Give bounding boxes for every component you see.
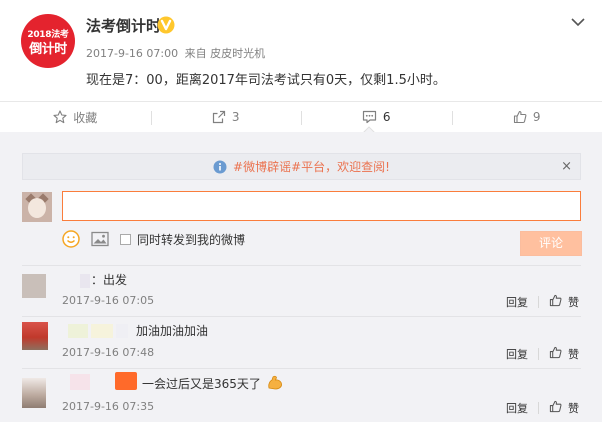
action-divider: [538, 402, 539, 414]
repost-checkbox[interactable]: [120, 234, 131, 245]
commenter-avatar[interactable]: [22, 274, 46, 298]
comment-timestamp: 2017-9-16 07:05: [62, 294, 155, 307]
current-user-avatar: [22, 192, 52, 222]
info-icon: [213, 160, 227, 173]
commenter-avatar[interactable]: [22, 378, 46, 408]
comment-divider: [22, 368, 581, 369]
star-icon: [53, 110, 67, 124]
comment-text: 加油加油加油: [136, 324, 209, 338]
comment-text-content: 一会过后又是365天了: [142, 377, 261, 391]
thumbs-up-icon: [513, 110, 527, 124]
repost-button[interactable]: 3: [150, 102, 302, 132]
reply-button[interactable]: 回复: [506, 400, 528, 416]
author-name[interactable]: 法考倒计时: [86, 15, 161, 36]
commenter-name-redacted[interactable]: [116, 324, 128, 338]
close-notice-button[interactable]: ×: [561, 159, 572, 174]
commenter-name-redacted[interactable]: [80, 274, 90, 288]
reply-button[interactable]: 回复: [506, 294, 528, 310]
commenter-name-redacted[interactable]: [68, 324, 88, 338]
repost-count: 3: [231, 110, 240, 124]
avatar-brand-text: 倒计时: [29, 42, 67, 57]
commenter-name-redacted[interactable]: [70, 374, 90, 390]
comment-timestamp: 2017-9-16 07:48: [62, 346, 155, 359]
favorite-button[interactable]: 收藏: [0, 102, 151, 132]
source-prefix: 来自: [184, 47, 207, 60]
commenter-avatar[interactable]: [22, 322, 48, 350]
like-comment-button[interactable]: 赞: [568, 294, 579, 310]
post-text: 现在是7：00，距离2017年司法考试只有0天，仅剩1.5小时。: [86, 73, 446, 88]
repost-checkbox-label[interactable]: 同时转发到我的微博: [137, 231, 245, 248]
action-divider: [538, 348, 539, 360]
comment-button[interactable]: 6: [301, 102, 452, 132]
comment-input[interactable]: [62, 191, 581, 221]
commenter-name-redacted[interactable]: [91, 324, 113, 338]
avatar-face: [28, 198, 46, 218]
like-comment-button[interactable]: 赞: [568, 346, 579, 362]
like-count: 9: [532, 110, 541, 124]
thumbs-up-icon[interactable]: [549, 400, 562, 413]
reply-button[interactable]: 回复: [506, 346, 528, 362]
like-button[interactable]: 9: [451, 102, 602, 132]
comment-count: 6: [382, 110, 391, 124]
post-timestamp[interactable]: 2017-9-16 07:00: [86, 47, 178, 60]
thumbs-up-icon[interactable]: [549, 346, 562, 359]
rumor-notice-banner[interactable]: #微博辟谣#平台，欢迎查阅! ×: [22, 153, 581, 180]
repost-icon: [212, 110, 226, 124]
like-comment-button[interactable]: 赞: [568, 400, 579, 416]
favorite-label: 收藏: [73, 110, 98, 125]
chevron-down-icon[interactable]: [570, 17, 586, 27]
emoji-icon[interactable]: [62, 230, 80, 248]
image-icon[interactable]: [91, 231, 109, 247]
comment-timestamp: 2017-9-16 07:35: [62, 400, 155, 413]
author-avatar[interactable]: 2018法考 倒计时: [21, 14, 75, 68]
comment-text: ：出发: [91, 273, 128, 287]
action-divider: [538, 296, 539, 308]
comment-divider: [22, 316, 581, 317]
flexed-biceps-icon: [268, 375, 282, 390]
submit-comment-button[interactable]: 评论: [520, 231, 582, 256]
commenter-name-redacted[interactable]: [115, 372, 137, 390]
comment-divider: [22, 265, 581, 266]
verified-badge-icon: [157, 16, 175, 34]
notice-text: #微博辟谣#平台，欢迎查阅!: [233, 160, 390, 174]
thumbs-up-icon[interactable]: [549, 294, 562, 307]
comment-text: 一会过后又是365天了: [142, 375, 283, 392]
comment-icon: [362, 110, 377, 124]
post-source[interactable]: 皮皮时光机: [210, 47, 265, 60]
comment-section: #微博辟谣#平台，欢迎查阅! × 同时转发到我的微博 评论 ：出发 2017-9…: [0, 132, 602, 422]
post-meta: 2017-9-16 07:00 来自 皮皮时光机: [86, 45, 265, 61]
post-action-bar: 收藏 3 6 9: [0, 101, 602, 132]
